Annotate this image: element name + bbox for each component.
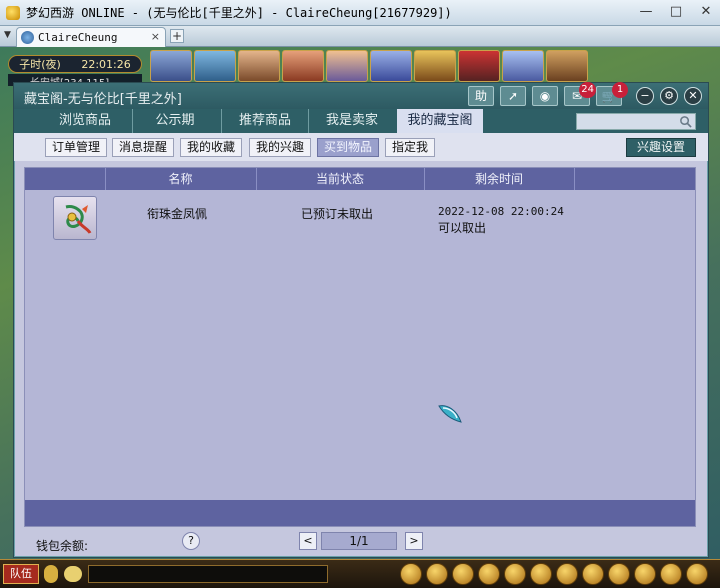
portrait[interactable] <box>150 50 192 82</box>
settings-gear-icon[interactable]: ⚙ <box>660 87 678 105</box>
my-interests-button[interactable]: 我的兴趣 <box>249 138 312 157</box>
portrait[interactable] <box>326 50 368 82</box>
close-panel-icon[interactable]: ✕ <box>684 87 702 105</box>
tab-bar: ▼ ClaireCheung × + <box>0 26 720 47</box>
shortcut-icon[interactable] <box>530 563 552 585</box>
window-controls: — □ ✕ <box>638 4 714 20</box>
record-icon[interactable]: ◉ <box>532 86 558 106</box>
my-favorites-button[interactable]: 我的收藏 <box>180 138 243 157</box>
table-footer <box>25 500 695 526</box>
assigned-to-me-button[interactable]: 指定我 <box>385 138 436 157</box>
panel-header: 藏宝阁-无与伦比[千里之外] 助 ➚ ◉ ✉ 24 🛒 1 − ⚙ ✕ <box>14 82 708 109</box>
page-indicator: 1/1 <box>321 532 397 550</box>
item-name: 衔珠金凤佩 <box>147 207 208 221</box>
tab-browse[interactable]: 浏览商品 <box>44 109 126 133</box>
shortcut-icon[interactable] <box>504 563 526 585</box>
clock-time: 22:01:26 <box>81 57 131 71</box>
wallet-balance-label: 钱包余额: <box>36 539 89 553</box>
tab-my-treasure[interactable]: 我的藏宝阁 <box>397 109 483 133</box>
party-portraits <box>150 50 720 82</box>
prev-page-button[interactable]: < <box>299 532 317 550</box>
window-titlebar: 梦幻西游 ONLINE - (无与伦比[千里之外] - ClaireCheung… <box>0 0 720 26</box>
item-status: 已预订未取出 <box>301 207 374 221</box>
team-button[interactable]: 队伍 <box>3 564 39 584</box>
item-time: 2022-12-08 22:00:24 <box>438 205 564 218</box>
cart-button[interactable]: 🛒 1 <box>596 82 628 106</box>
interest-settings-button[interactable]: 兴趣设置 <box>626 138 696 157</box>
portrait[interactable] <box>194 50 236 82</box>
cursor-icon <box>438 405 462 423</box>
panel-footer: 钱包余额: ? < 1/1 > <box>14 529 708 559</box>
shortcut-icon[interactable] <box>608 563 630 585</box>
table-header: 名称 当前状态 剩余时间 <box>25 168 695 190</box>
portrait[interactable] <box>502 50 544 82</box>
order-management-button[interactable]: 订单管理 <box>45 138 108 157</box>
shortcut-icon[interactable] <box>660 563 682 585</box>
hud-clock: 子时(夜) 22:01:26 <box>8 55 142 73</box>
tab-public[interactable]: 公示期 <box>136 109 214 133</box>
time-of-day: 子时(夜) <box>19 58 61 71</box>
search-icon[interactable] <box>679 115 692 128</box>
shortcut-icon[interactable] <box>582 563 604 585</box>
help-button[interactable]: 助 <box>468 86 494 106</box>
portrait[interactable] <box>370 50 412 82</box>
portrait[interactable] <box>458 50 500 82</box>
message-alert-button[interactable]: 消息提醒 <box>112 138 175 157</box>
minimize-panel-icon[interactable]: − <box>636 87 654 105</box>
item-time-note: 可以取出 <box>438 221 487 235</box>
item-thumbnail[interactable] <box>53 196 97 240</box>
shortcut-icon[interactable] <box>426 563 448 585</box>
tab-recommended[interactable]: 推荐商品 <box>224 109 306 133</box>
shortcut-icon[interactable] <box>556 563 578 585</box>
bottom-hud: 队伍 <box>0 559 720 588</box>
shortcut-icon[interactable] <box>634 563 656 585</box>
purchased-items-button[interactable]: 买到物品 <box>317 138 380 157</box>
phoenix-pendant-icon <box>65 205 92 234</box>
messages-button[interactable]: ✉ 24 <box>564 82 596 106</box>
portrait[interactable] <box>282 50 324 82</box>
share-icon[interactable]: ➚ <box>500 86 526 106</box>
tab-menu-icon[interactable]: ▼ <box>4 30 14 42</box>
portrait[interactable] <box>238 50 280 82</box>
panel-title: 藏宝阁-无与伦比[千里之外] <box>24 92 182 107</box>
maximize-button[interactable]: □ <box>668 4 684 20</box>
avatar-icon <box>21 31 34 44</box>
table-row[interactable]: 衔珠金凤佩 已预订未取出 2022-12-08 22:00:24 可以取出 <box>25 190 695 246</box>
shortcut-icon[interactable] <box>400 563 422 585</box>
chat-icon[interactable] <box>64 566 82 582</box>
panel-header-actions: 助 ➚ ◉ ✉ 24 🛒 1 − ⚙ ✕ <box>468 82 702 106</box>
search-box[interactable] <box>576 113 696 130</box>
minimize-button[interactable]: — <box>638 4 654 20</box>
microphone-icon[interactable] <box>44 565 58 583</box>
cart-badge: 1 <box>612 82 628 98</box>
treasure-pavilion-panel: 藏宝阁-无与伦比[千里之外] 助 ➚ ◉ ✉ 24 🛒 1 − ⚙ ✕ 浏览商品… <box>13 82 709 558</box>
app-icon <box>6 5 20 20</box>
new-tab-button[interactable]: + <box>170 29 184 43</box>
window-title: 梦幻西游 ONLINE - (无与伦比[千里之外] - ClaireCheung… <box>26 6 452 20</box>
purchased-items-table: 名称 当前状态 剩余时间 衔珠金凤佩 已预订未取出 2022-12-08 22:… <box>24 167 696 527</box>
hud-shortcuts <box>400 563 708 585</box>
portrait[interactable] <box>546 50 588 82</box>
tab-close-button[interactable]: × <box>151 30 160 43</box>
tab-seller[interactable]: 我是卖家 <box>312 109 392 133</box>
next-page-button[interactable]: > <box>405 532 423 550</box>
shortcut-icon[interactable] <box>686 563 708 585</box>
main-nav: 浏览商品 公示期 推荐商品 我是卖家 我的藏宝阁 <box>14 109 708 133</box>
chat-input[interactable] <box>88 565 328 583</box>
shortcut-icon[interactable] <box>478 563 500 585</box>
wallet-help-button[interactable]: ? <box>182 532 200 550</box>
browser-tab[interactable]: ClaireCheung × <box>16 27 166 47</box>
shortcut-icon[interactable] <box>452 563 474 585</box>
tab-label: ClaireCheung <box>38 31 118 44</box>
column-remaining-time: 剩余时间 <box>474 172 523 186</box>
sub-nav: 订单管理 消息提醒 我的收藏 我的兴趣 买到物品 指定我 兴趣设置 <box>14 133 708 161</box>
column-name: 名称 <box>168 172 193 186</box>
portrait[interactable] <box>414 50 456 82</box>
messages-badge: 24 <box>579 82 596 98</box>
close-button[interactable]: ✕ <box>698 4 714 20</box>
column-status: 当前状态 <box>315 172 364 186</box>
